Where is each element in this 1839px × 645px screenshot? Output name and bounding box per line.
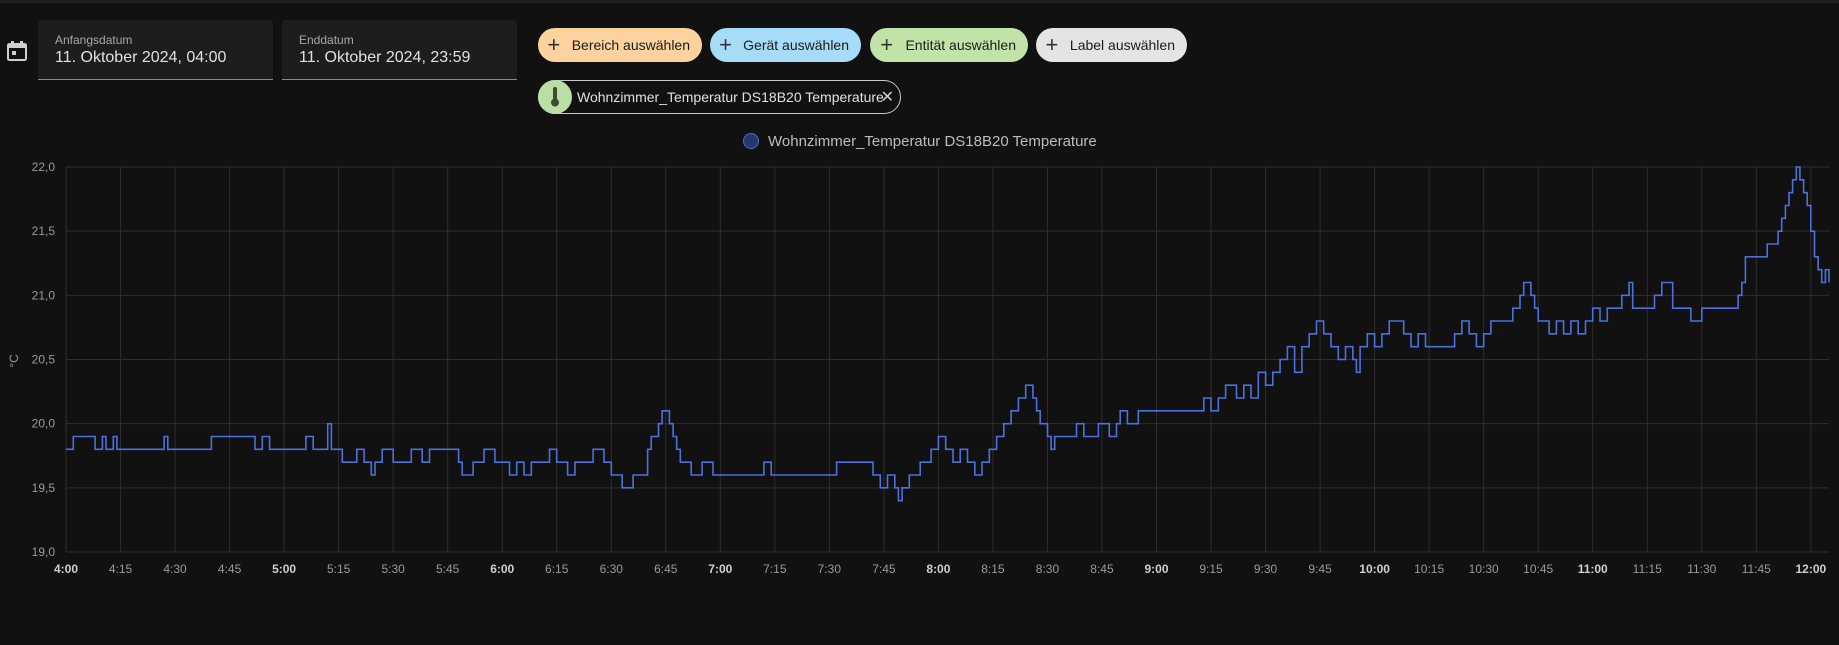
chart-legend[interactable]: Wohnzimmer_Temperatur DS18B20 Temperatur… — [743, 131, 1097, 151]
select-device-chip[interactable]: + Gerät auswählen — [710, 28, 861, 62]
y-tick-label: 21,5 — [32, 224, 56, 238]
x-tick-label: 8:15 — [981, 562, 1005, 576]
end-date-label: Enddatum — [299, 33, 354, 47]
x-tick-label: 4:15 — [109, 562, 133, 576]
x-tick-label: 7:30 — [818, 562, 842, 576]
plus-icon: + — [1045, 32, 1059, 57]
y-tick-label: 20,0 — [32, 417, 56, 431]
x-tick-label: 10:45 — [1523, 562, 1553, 576]
y-tick-label: 20,5 — [32, 353, 56, 367]
x-tick-label: 10:30 — [1469, 562, 1499, 576]
x-tick-label: 5:45 — [436, 562, 460, 576]
x-tick-label: 6:45 — [654, 562, 678, 576]
x-tick-label: 4:00 — [54, 562, 78, 576]
x-tick-label: 5:15 — [327, 562, 351, 576]
x-tick-label: 7:15 — [763, 562, 787, 576]
top-border — [0, 0, 1839, 3]
x-tick-label: 4:30 — [163, 562, 187, 576]
start-date-field[interactable]: Anfangsdatum 11. Oktober 2024, 04:00 — [38, 20, 273, 80]
x-tick-label: 4:45 — [218, 562, 242, 576]
x-tick-label: 6:15 — [545, 562, 569, 576]
end-date-value[interactable]: 11. Oktober 2024, 23:59 — [299, 49, 470, 67]
close-icon[interactable]: ✕ — [881, 87, 894, 107]
x-tick-label: 11:45 — [1742, 562, 1771, 576]
x-tick-label: 7:00 — [708, 562, 732, 576]
plus-icon: + — [719, 32, 732, 57]
plus-icon: + — [880, 32, 894, 57]
x-tick-label: 11:30 — [1687, 562, 1716, 576]
y-tick-label: 22,0 — [32, 160, 56, 174]
x-tick-label: 8:45 — [1090, 562, 1114, 576]
x-tick-label: 5:00 — [272, 562, 296, 576]
x-tick-label: 9:30 — [1254, 562, 1278, 576]
x-tick-label: 10:00 — [1359, 562, 1390, 576]
calendar-icon[interactable] — [5, 39, 29, 63]
x-tick-label: 10:15 — [1414, 562, 1444, 576]
y-tick-label: 19,0 — [32, 545, 56, 559]
x-tick-label: 9:15 — [1199, 562, 1223, 576]
x-tick-label: 11:15 — [1633, 562, 1662, 576]
x-tick-label: 6:30 — [600, 562, 624, 576]
x-tick-label: 8:00 — [926, 562, 950, 576]
x-tick-label: 9:00 — [1144, 562, 1168, 576]
y-axis-label: °C — [7, 354, 21, 368]
y-tick-label: 21,0 — [32, 288, 56, 302]
selected-entity-chip[interactable]: Wohnzimmer_Temperatur DS18B20 Temperatur… — [538, 80, 901, 114]
legend-marker — [743, 133, 759, 149]
select-device-label: Gerät auswählen — [743, 37, 849, 53]
temperature-chart: 22,0 21,5 21,0 20,5 20,0 19,5 19,0 4:00 4:15 4:30… — [7, 160, 1830, 576]
select-entity-chip[interactable]: + Entität auswählen — [870, 28, 1028, 62]
thermometer-icon — [538, 80, 572, 114]
start-date-label: Anfangsdatum — [55, 33, 133, 47]
select-label-chip[interactable]: + Label auswählen — [1036, 28, 1187, 62]
x-tick-label: 11:00 — [1578, 562, 1608, 576]
y-tick-label: 19,5 — [32, 481, 56, 495]
x-tick-label: 6:00 — [490, 562, 514, 576]
select-area-chip[interactable]: + Bereich auswählen — [538, 28, 702, 62]
select-area-label: Bereich auswählen — [571, 37, 690, 53]
start-date-value[interactable]: 11. Oktober 2024, 04:00 — [55, 49, 226, 67]
x-tick-label: 12:00 — [1795, 562, 1826, 576]
plus-icon: + — [547, 32, 561, 57]
x-tick-label: 9:45 — [1308, 562, 1332, 576]
x-tick-label: 5:30 — [381, 562, 405, 576]
x-tick-label: 7:45 — [872, 562, 896, 576]
selected-entity-label: Wohnzimmer_Temperatur DS18B20 Temperatur… — [577, 89, 884, 105]
end-date-field[interactable]: Enddatum 11. Oktober 2024, 23:59 — [282, 20, 517, 80]
legend-label: Wohnzimmer_Temperatur DS18B20 Temperatur… — [768, 132, 1097, 150]
select-label-label: Label auswählen — [1069, 37, 1175, 53]
x-tick-label: 8:30 — [1036, 562, 1060, 576]
select-entity-label: Entität auswählen — [905, 37, 1016, 53]
